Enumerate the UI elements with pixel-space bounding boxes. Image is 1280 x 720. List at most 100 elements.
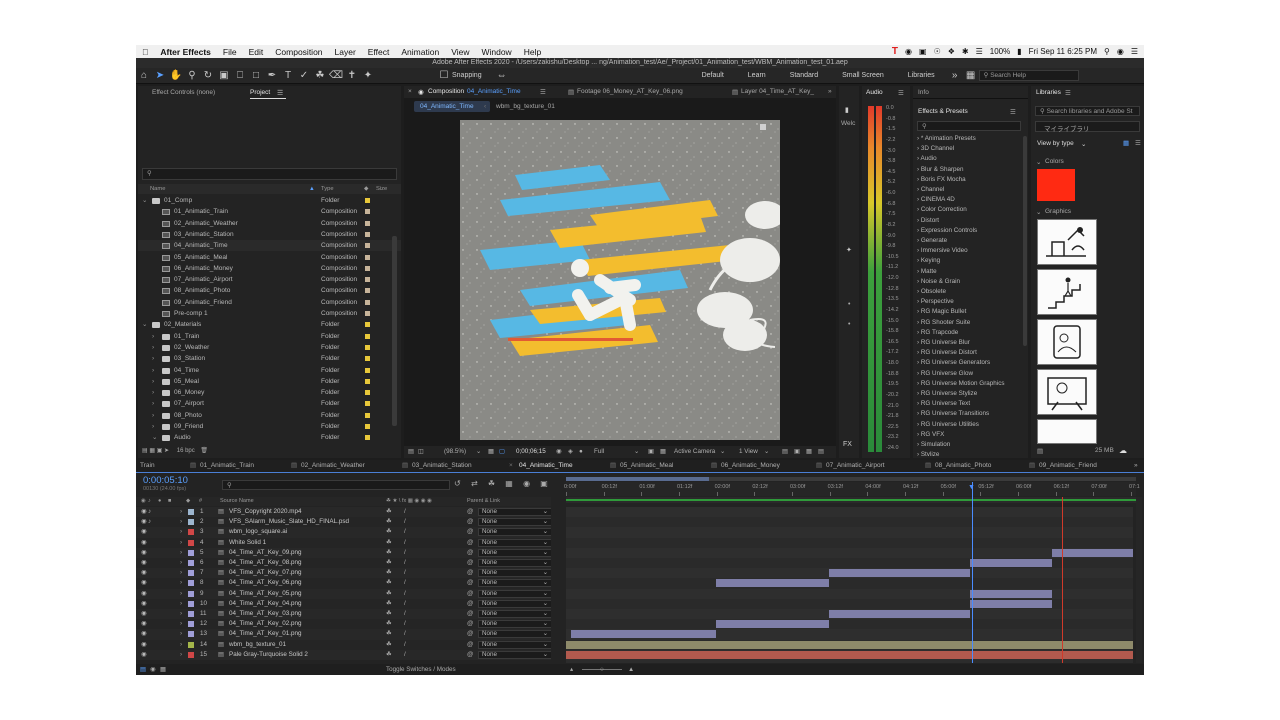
- label-swatch[interactable]: [365, 378, 370, 384]
- project-item[interactable]: 04_Animatic_Time Composition: [138, 240, 401, 252]
- brush-tool-icon[interactable]: ✓: [296, 69, 312, 83]
- close-icon[interactable]: ×: [509, 460, 513, 472]
- parent-dropdown[interactable]: None ⌄: [478, 508, 551, 516]
- menu-view[interactable]: View: [445, 47, 475, 57]
- record-icon[interactable]: ◉: [905, 47, 912, 56]
- tab-project[interactable]: Project: [250, 89, 270, 96]
- chevron-right-icon[interactable]: ›: [152, 365, 154, 376]
- timeline-search-input[interactable]: ⚲: [222, 480, 450, 490]
- timeline-tab[interactable]: 05_Animatic_Meal: [620, 460, 673, 472]
- effects-category[interactable]: › Blur & Sharpen: [917, 165, 964, 175]
- parent-dropdown[interactable]: None ⌄: [478, 569, 551, 578]
- views-dropdown-icon[interactable]: ⌄: [764, 446, 769, 458]
- colors-chevron-icon[interactable]: ⌄: [1036, 158, 1041, 166]
- timeline-tab[interactable]: 02_Animatic_Weather: [301, 460, 365, 472]
- comp-canvas[interactable]: [460, 120, 780, 440]
- side-panel-label[interactable]: Welc: [841, 120, 855, 127]
- toggle-switches-modes[interactable]: Toggle Switches / Modes: [386, 664, 456, 675]
- in-out-icon[interactable]: ▦: [160, 664, 166, 675]
- label-swatch[interactable]: [365, 401, 370, 407]
- eye-col-icon[interactable]: ◉: [141, 497, 146, 506]
- layer-row[interactable]: ◉ › 5 ▤ 04_Time_AT_Key_09.png ☘ / @ None ⌄: [136, 547, 551, 558]
- camera-dropdown-icon[interactable]: ⌄: [720, 446, 725, 458]
- effects-category[interactable]: › Simulation: [917, 440, 950, 450]
- frame-blending-icon[interactable]: ▦: [505, 479, 513, 488]
- expand-chevron-icon[interactable]: ›: [180, 527, 182, 537]
- layer-row[interactable]: ◉ ♪ › 1 ▤ VFS_Copyright 2020.mp4 ☘ / @ None ⌄: [136, 507, 551, 518]
- expand-chevron-icon[interactable]: ›: [180, 619, 182, 629]
- label-swatch[interactable]: [365, 209, 370, 215]
- roto-tool-icon[interactable]: ✝: [344, 69, 360, 83]
- view-by-dropdown[interactable]: View by type: [1037, 140, 1074, 147]
- expand-chevron-icon[interactable]: ›: [180, 599, 182, 609]
- workspace-default[interactable]: Default: [690, 72, 736, 79]
- menu-app-name[interactable]: After Effects: [154, 47, 217, 57]
- audio-title[interactable]: Audio: [866, 89, 883, 96]
- parent-dropdown[interactable]: None ⌄: [478, 528, 551, 537]
- audio-menu-icon[interactable]: ☰: [898, 89, 904, 97]
- label-swatch[interactable]: [365, 288, 370, 294]
- workspace-settings-icon[interactable]: ▦: [963, 69, 979, 83]
- graphics-chevron-icon[interactable]: ⌄: [1036, 208, 1041, 216]
- notification-icon[interactable]: ☰: [1131, 47, 1138, 56]
- bluetooth-icon[interactable]: ✱: [962, 47, 969, 56]
- layer-row[interactable]: ◉ › 13 ▤ 04_Time_AT_Key_01.png ☘ / @ None ⌄: [136, 629, 551, 640]
- layer-row[interactable]: ◉ › 3 ▤ wbm_logo_square.ai ☘ / @ None ⌄: [136, 527, 551, 538]
- layer-label-color[interactable]: [188, 570, 194, 577]
- effects-category[interactable]: › RG Universe Text: [917, 399, 970, 409]
- label-swatch[interactable]: [365, 220, 370, 226]
- type-tool-icon[interactable]: T: [892, 46, 898, 57]
- number-col-icon[interactable]: #: [199, 497, 202, 506]
- effects-category[interactable]: › RG Universe Motion Graphics: [917, 379, 1005, 389]
- layer-duration-bar[interactable]: [970, 599, 1052, 608]
- effects-category[interactable]: › RG Trapcode: [917, 328, 958, 338]
- snap-icon[interactable]: ⇔: [494, 69, 510, 83]
- quality-switch-icon[interactable]: /: [404, 629, 406, 639]
- comp-tab-icon[interactable]: ▤: [925, 460, 931, 472]
- chevron-right-icon[interactable]: ›: [152, 331, 154, 342]
- timeline-tab[interactable]: Train: [140, 460, 155, 472]
- comp-mini-flowchart-icon[interactable]: ↺: [454, 479, 461, 488]
- menu-layer[interactable]: Layer: [329, 47, 362, 57]
- effects-category[interactable]: › Expression Controls: [917, 226, 977, 236]
- layer-row[interactable]: ◉ › 11 ▤ 04_Time_AT_Key_03.png ☘ / @ None ⌄: [136, 609, 551, 620]
- quality-switch-icon[interactable]: /: [404, 609, 406, 619]
- quality-switch-icon[interactable]: /: [404, 507, 406, 517]
- clock[interactable]: Fri Sep 11 6:25 PM: [1029, 47, 1097, 56]
- layer-label-color[interactable]: [188, 641, 194, 648]
- eraser-tool-icon[interactable]: ⌫: [328, 69, 344, 83]
- label-swatch[interactable]: [365, 390, 370, 396]
- label-swatch[interactable]: [365, 435, 370, 441]
- effects-category[interactable]: › Noise & Grain: [917, 277, 960, 287]
- eye-icon[interactable]: ◉: [141, 527, 147, 537]
- chevron-right-icon[interactable]: ›: [152, 387, 154, 398]
- eye-icon[interactable]: ◉: [141, 650, 147, 660]
- parent-dropdown[interactable]: None ⌄: [478, 640, 551, 649]
- layer-label-color[interactable]: [188, 631, 194, 638]
- col-parent[interactable]: Parent & Link: [467, 497, 500, 506]
- zoom-tool-icon[interactable]: ⚲: [184, 69, 200, 83]
- tab-footage[interactable]: Footage 06_Money_AT_Key_06.png: [577, 88, 683, 95]
- expand-chevron-icon[interactable]: ›: [180, 609, 182, 619]
- effects-scrollbar[interactable]: [1023, 136, 1027, 346]
- effects-search-input[interactable]: ⚲: [917, 121, 1021, 131]
- shy-switch-icon[interactable]: ☘: [386, 640, 392, 650]
- expand-chevron-icon[interactable]: ›: [180, 507, 182, 517]
- layer-label-color[interactable]: [188, 560, 194, 566]
- shy-switch-icon[interactable]: ☘: [386, 568, 392, 578]
- battery-icon[interactable]: ▮: [1017, 47, 1021, 56]
- layer-row[interactable]: ◉ › 4 ▤ White Solid 1 ☘ / @ None ⌄: [136, 537, 551, 548]
- layer-label-color[interactable]: [188, 590, 194, 597]
- workspace-libraries[interactable]: Libraries: [896, 72, 947, 79]
- comp-lock-icon[interactable]: ◉: [418, 88, 424, 96]
- parent-dropdown[interactable]: None ⌄: [478, 620, 551, 629]
- pickwhip-icon[interactable]: @: [467, 568, 473, 578]
- graph-editor-icon[interactable]: ▣: [540, 479, 548, 488]
- camera-dropdown[interactable]: Active Camera: [674, 446, 715, 458]
- timeline-tab[interactable]: 06_Animatic_Money: [721, 460, 780, 472]
- comp-tab-icon[interactable]: ▤: [816, 460, 822, 472]
- project-item[interactable]: 03_Animatic_Station Composition: [138, 229, 401, 240]
- comp-tab-icon[interactable]: ▤: [402, 460, 408, 472]
- rectangle-tool-icon[interactable]: □: [248, 69, 264, 83]
- more-workspaces-icon[interactable]: »: [947, 69, 963, 83]
